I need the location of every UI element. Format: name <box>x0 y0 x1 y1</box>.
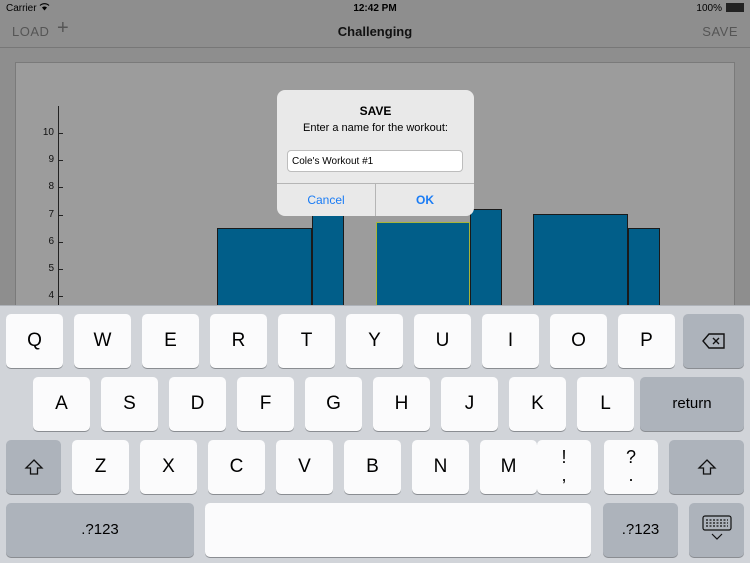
chart-bar[interactable] <box>312 214 344 310</box>
battery-percent: 100% <box>696 3 722 14</box>
y-tick-label: 8 <box>40 181 70 192</box>
tick-text: 8 <box>48 181 54 192</box>
hide-keyboard-key[interactable] <box>689 503 744 557</box>
tick-mark <box>58 160 63 161</box>
key-f[interactable]: F <box>237 377 294 431</box>
y-tick-label: 6 <box>40 236 70 247</box>
chart-bar[interactable] <box>376 222 470 310</box>
alert-message: Enter a name for the workout: <box>303 122 448 134</box>
status-bar: Carrier 12:42 PM 100% <box>0 0 750 16</box>
space-bar[interactable] <box>205 503 591 557</box>
key-x[interactable]: X <box>140 440 197 494</box>
question-period-key[interactable]: ? . <box>604 440 658 494</box>
shift-icon <box>696 456 717 477</box>
key-d[interactable]: D <box>169 377 226 431</box>
key-w[interactable]: W <box>74 314 131 368</box>
shift-key-right[interactable] <box>669 440 744 494</box>
numbers-key-right[interactable]: .?123 <box>603 503 678 557</box>
tick-mark <box>58 187 63 188</box>
alert-title: SAVE <box>359 104 392 118</box>
tick-mark <box>58 269 63 270</box>
key-g[interactable]: G <box>305 377 362 431</box>
chart-bar[interactable] <box>533 214 628 310</box>
cancel-button[interactable]: Cancel <box>277 184 375 216</box>
key-top-char: ? <box>625 447 636 467</box>
workout-name-input[interactable] <box>287 150 463 172</box>
shift-icon <box>23 456 44 477</box>
key-s[interactable]: S <box>101 377 158 431</box>
tick-mark <box>58 242 63 243</box>
tick-text: 4 <box>48 290 54 301</box>
onscreen-keyboard: return ! , ? . .?123 .?123 QWERTYUIOP ASD… <box>0 305 750 563</box>
shift-key-left[interactable] <box>6 440 61 494</box>
backspace-key[interactable] <box>683 314 744 368</box>
key-q[interactable]: Q <box>6 314 63 368</box>
key-b[interactable]: B <box>344 440 401 494</box>
tick-mark <box>58 296 63 297</box>
numbers-key-left[interactable]: .?123 <box>6 503 194 557</box>
key-bottom-char: . <box>628 465 634 485</box>
chart-bar[interactable] <box>470 208 502 310</box>
key-r[interactable]: R <box>210 314 267 368</box>
keyboard-hide-icon <box>701 515 732 546</box>
y-tick-label: 7 <box>40 209 70 220</box>
y-tick-label: 5 <box>40 263 70 274</box>
tick-mark <box>58 133 63 134</box>
nav-bar: LOAD + Challenging SAVE <box>0 16 750 48</box>
key-l[interactable]: L <box>577 377 634 431</box>
tick-text: 9 <box>48 154 54 165</box>
tick-text: 7 <box>48 209 54 220</box>
key-k[interactable]: K <box>509 377 566 431</box>
page-title: Challenging <box>337 24 413 39</box>
key-bottom-char: , <box>561 465 567 485</box>
tick-mark <box>58 215 63 216</box>
y-tick-label: 10 <box>40 127 70 138</box>
key-p[interactable]: P <box>618 314 675 368</box>
chart-bar[interactable] <box>217 227 312 310</box>
ok-button[interactable]: OK <box>376 184 474 216</box>
key-y[interactable]: Y <box>346 314 403 368</box>
backspace-icon <box>701 330 726 351</box>
key-i[interactable]: I <box>482 314 539 368</box>
y-tick-label: 4 <box>40 290 70 301</box>
return-key[interactable]: return <box>640 377 744 431</box>
save-button[interactable]: SAVE <box>702 24 738 39</box>
y-tick-label: 9 <box>40 154 70 165</box>
tick-text: 5 <box>48 263 54 274</box>
save-alert-dialog: SAVE Enter a name for the workout: Cance… <box>277 90 474 216</box>
key-top-char: ! <box>561 447 567 467</box>
exclamation-comma-key[interactable]: ! , <box>537 440 591 494</box>
chart-bar[interactable] <box>628 227 660 310</box>
key-t[interactable]: T <box>278 314 335 368</box>
key-e[interactable]: E <box>142 314 199 368</box>
key-z[interactable]: Z <box>72 440 129 494</box>
tick-text: 6 <box>48 236 54 247</box>
key-m[interactable]: M <box>480 440 537 494</box>
key-j[interactable]: J <box>441 377 498 431</box>
key-n[interactable]: N <box>412 440 469 494</box>
key-u[interactable]: U <box>414 314 471 368</box>
battery-icon <box>726 3 744 12</box>
clock: 12:42 PM <box>353 3 397 14</box>
key-h[interactable]: H <box>373 377 430 431</box>
key-o[interactable]: O <box>550 314 607 368</box>
key-c[interactable]: C <box>208 440 265 494</box>
tick-text: 10 <box>42 127 54 138</box>
key-a[interactable]: A <box>33 377 90 431</box>
key-v[interactable]: V <box>276 440 333 494</box>
